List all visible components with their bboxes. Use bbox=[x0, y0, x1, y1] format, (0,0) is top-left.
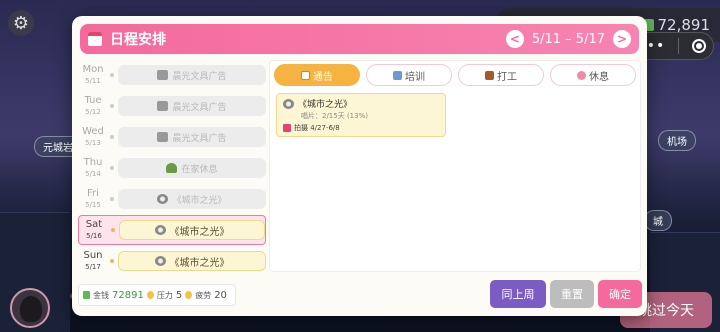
dialog-title: 日程安排 bbox=[110, 32, 166, 48]
day-activity[interactable]: 晨光文具广告 bbox=[118, 65, 266, 85]
fatigue-label: 疲劳 bbox=[195, 290, 212, 300]
day-row-sat[interactable]: Sat 5/16 《城市之光》 bbox=[78, 215, 266, 245]
day-row-mon[interactable]: Mon 5/11 晨光文具广告 bbox=[78, 60, 266, 90]
day-row-wed[interactable]: Wed 5/13 晨光文具广告 bbox=[78, 122, 266, 152]
reset-button[interactable]: 重置 bbox=[550, 280, 594, 308]
day-dot bbox=[110, 104, 114, 108]
close-target-icon[interactable] bbox=[692, 39, 707, 53]
same-as-last-week-button[interactable]: 同上周 bbox=[490, 280, 546, 308]
disc-icon bbox=[283, 98, 294, 109]
day-label: Sat 5/16 bbox=[85, 219, 103, 240]
activity-card[interactable]: 《城市之光》 唱片：2/15天 (13%) 拍摄 4/27-6/8 bbox=[276, 93, 446, 137]
fatigue-icon bbox=[185, 291, 193, 299]
day-activity[interactable]: 晨光文具广告 bbox=[118, 96, 266, 116]
card-period: 拍摄 4/27-6/8 bbox=[283, 123, 439, 133]
day-activity[interactable]: 《城市之光》 bbox=[119, 220, 265, 240]
confirm-button[interactable]: 确定 bbox=[598, 280, 642, 308]
tab-work[interactable]: 打工 bbox=[458, 64, 544, 86]
map-tag[interactable]: 城 bbox=[644, 210, 672, 231]
activity-panel: 通告 培训 打工 休息 《城市之光》 唱片：2/15天 (13%) 拍摄 4/2… bbox=[269, 60, 641, 272]
next-week-button[interactable]: > bbox=[613, 30, 631, 48]
tab-announcement[interactable]: 通告 bbox=[274, 64, 360, 86]
disc-icon bbox=[157, 194, 169, 204]
day-dot bbox=[110, 73, 114, 77]
money-value: 72891 bbox=[112, 289, 144, 301]
week-navigator: < 5/11 – 5/17 > bbox=[505, 30, 631, 48]
week-range: 5/11 – 5/17 bbox=[531, 31, 605, 47]
disc-icon bbox=[154, 256, 166, 266]
book-icon bbox=[393, 70, 402, 80]
clipboard-icon bbox=[301, 70, 310, 80]
tab-training[interactable]: 培训 bbox=[366, 64, 452, 86]
avatar[interactable] bbox=[10, 288, 50, 328]
day-activity[interactable]: 《城市之光》 bbox=[118, 189, 266, 209]
money-icon bbox=[83, 291, 90, 299]
schedule-dialog: 日程安排 < 5/11 – 5/17 > Mon 5/11 晨光文具广告 Tue 5… bbox=[72, 16, 647, 316]
map-tag-airport[interactable]: 机场 bbox=[658, 130, 696, 151]
dialog-header: 日程安排 < 5/11 – 5/17 > bbox=[80, 24, 639, 54]
camera-icon bbox=[157, 101, 169, 111]
tab-rest[interactable]: 休息 bbox=[550, 64, 636, 86]
stats-bar: 金钱 72891 压力 5 疲劳 20 bbox=[78, 284, 236, 306]
disc-icon bbox=[154, 225, 166, 235]
day-activity[interactable]: 《城市之光》 bbox=[118, 251, 266, 271]
activity-tabs: 通告 培训 打工 休息 bbox=[270, 61, 640, 89]
day-label: Fri 5/15 bbox=[85, 188, 101, 209]
briefcase-icon bbox=[485, 70, 494, 80]
day-dot bbox=[110, 197, 114, 201]
day-row-sun[interactable]: Sun 5/17 《城市之光》 bbox=[78, 246, 266, 276]
card-title: 《城市之光》 bbox=[298, 100, 353, 110]
day-dot bbox=[111, 228, 115, 232]
capsule-divider bbox=[678, 38, 680, 54]
stress-icon bbox=[146, 291, 154, 299]
day-list: Mon 5/11 晨光文具广告 Tue 5/12 晨光文具广告 Wed 5/13 晨光… bbox=[78, 60, 266, 272]
day-dot bbox=[110, 259, 114, 263]
day-label: Mon 5/11 bbox=[82, 64, 104, 85]
card-progress: 唱片：2/15天 (13%) bbox=[301, 112, 368, 120]
flower-icon bbox=[577, 70, 586, 80]
day-activity[interactable]: 晨光文具广告 bbox=[118, 127, 266, 147]
day-label: Tue 5/12 bbox=[84, 95, 102, 116]
day-label: Sun 5/17 bbox=[83, 250, 103, 271]
camera-icon bbox=[157, 132, 169, 142]
fatigue-value: 20 bbox=[214, 289, 227, 301]
day-row-tue[interactable]: Tue 5/12 晨光文具广告 bbox=[78, 91, 266, 121]
camera-icon bbox=[157, 70, 169, 80]
day-dot bbox=[110, 166, 114, 170]
day-dot bbox=[110, 135, 114, 139]
calendar-icon bbox=[283, 124, 291, 132]
day-activity[interactable]: 在家休息 bbox=[118, 158, 266, 178]
stress-value: 5 bbox=[175, 289, 183, 301]
rest-icon bbox=[166, 163, 178, 173]
stress-label: 压力 bbox=[156, 290, 173, 300]
day-label: Thu 5/14 bbox=[83, 157, 103, 178]
day-row-fri[interactable]: Fri 5/15 《城市之光》 bbox=[78, 184, 266, 214]
prev-week-button[interactable]: < bbox=[505, 30, 524, 48]
day-row-thu[interactable]: Thu 5/14 在家休息 bbox=[78, 153, 266, 183]
calendar-icon bbox=[88, 32, 102, 46]
settings-gear-icon[interactable]: ⚙ bbox=[8, 10, 34, 36]
money-label: 金钱 bbox=[93, 290, 109, 300]
day-label: Wed 5/13 bbox=[82, 126, 104, 147]
